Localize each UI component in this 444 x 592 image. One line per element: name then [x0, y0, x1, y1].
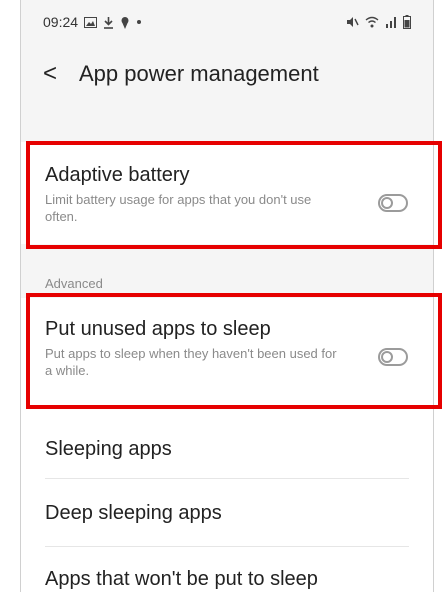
list-item-apps-never-sleep[interactable]: Apps that won't be put to sleep [45, 568, 318, 591]
adaptive-battery-item[interactable]: Adaptive battery Limit battery usage for… [21, 142, 433, 244]
divider [45, 546, 409, 547]
list-item-deep-sleeping-apps[interactable]: Deep sleeping apps [45, 502, 222, 525]
back-button[interactable]: < [43, 60, 71, 88]
status-bar: 09:24 [21, 0, 433, 44]
battery-icon [403, 15, 411, 29]
adaptive-battery-toggle[interactable] [378, 194, 408, 212]
location-pin-icon [120, 16, 130, 29]
advanced-card: Put unused apps to sleep Put apps to sle… [21, 298, 433, 592]
download-icon [103, 16, 114, 29]
status-time: 09:24 [43, 14, 79, 30]
put-unused-apps-to-sleep-title: Put unused apps to sleep [45, 318, 271, 340]
adaptive-battery-description: Limit battery usage for apps that you do… [45, 192, 312, 224]
phone-screen: 09:24 < App power management Adaptive ba… [20, 0, 434, 592]
signal-icon [385, 16, 397, 28]
dot-icon [136, 19, 142, 25]
adaptive-battery-title: Adaptive battery [45, 164, 190, 186]
app-header: < App power management [21, 44, 433, 104]
toggle-knob [381, 197, 393, 209]
gallery-icon [84, 16, 98, 28]
toggle-knob [381, 351, 393, 363]
wifi-icon [365, 16, 379, 28]
list-item-sleeping-apps[interactable]: Sleeping apps [45, 438, 172, 461]
put-unused-apps-to-sleep-description: Put apps to sleep when they haven't been… [45, 346, 337, 378]
mute-icon [346, 16, 359, 28]
put-unused-apps-to-sleep-toggle[interactable] [378, 348, 408, 366]
advanced-section-label: Advanced [45, 276, 103, 291]
divider [45, 478, 409, 479]
page-title: App power management [79, 61, 319, 86]
